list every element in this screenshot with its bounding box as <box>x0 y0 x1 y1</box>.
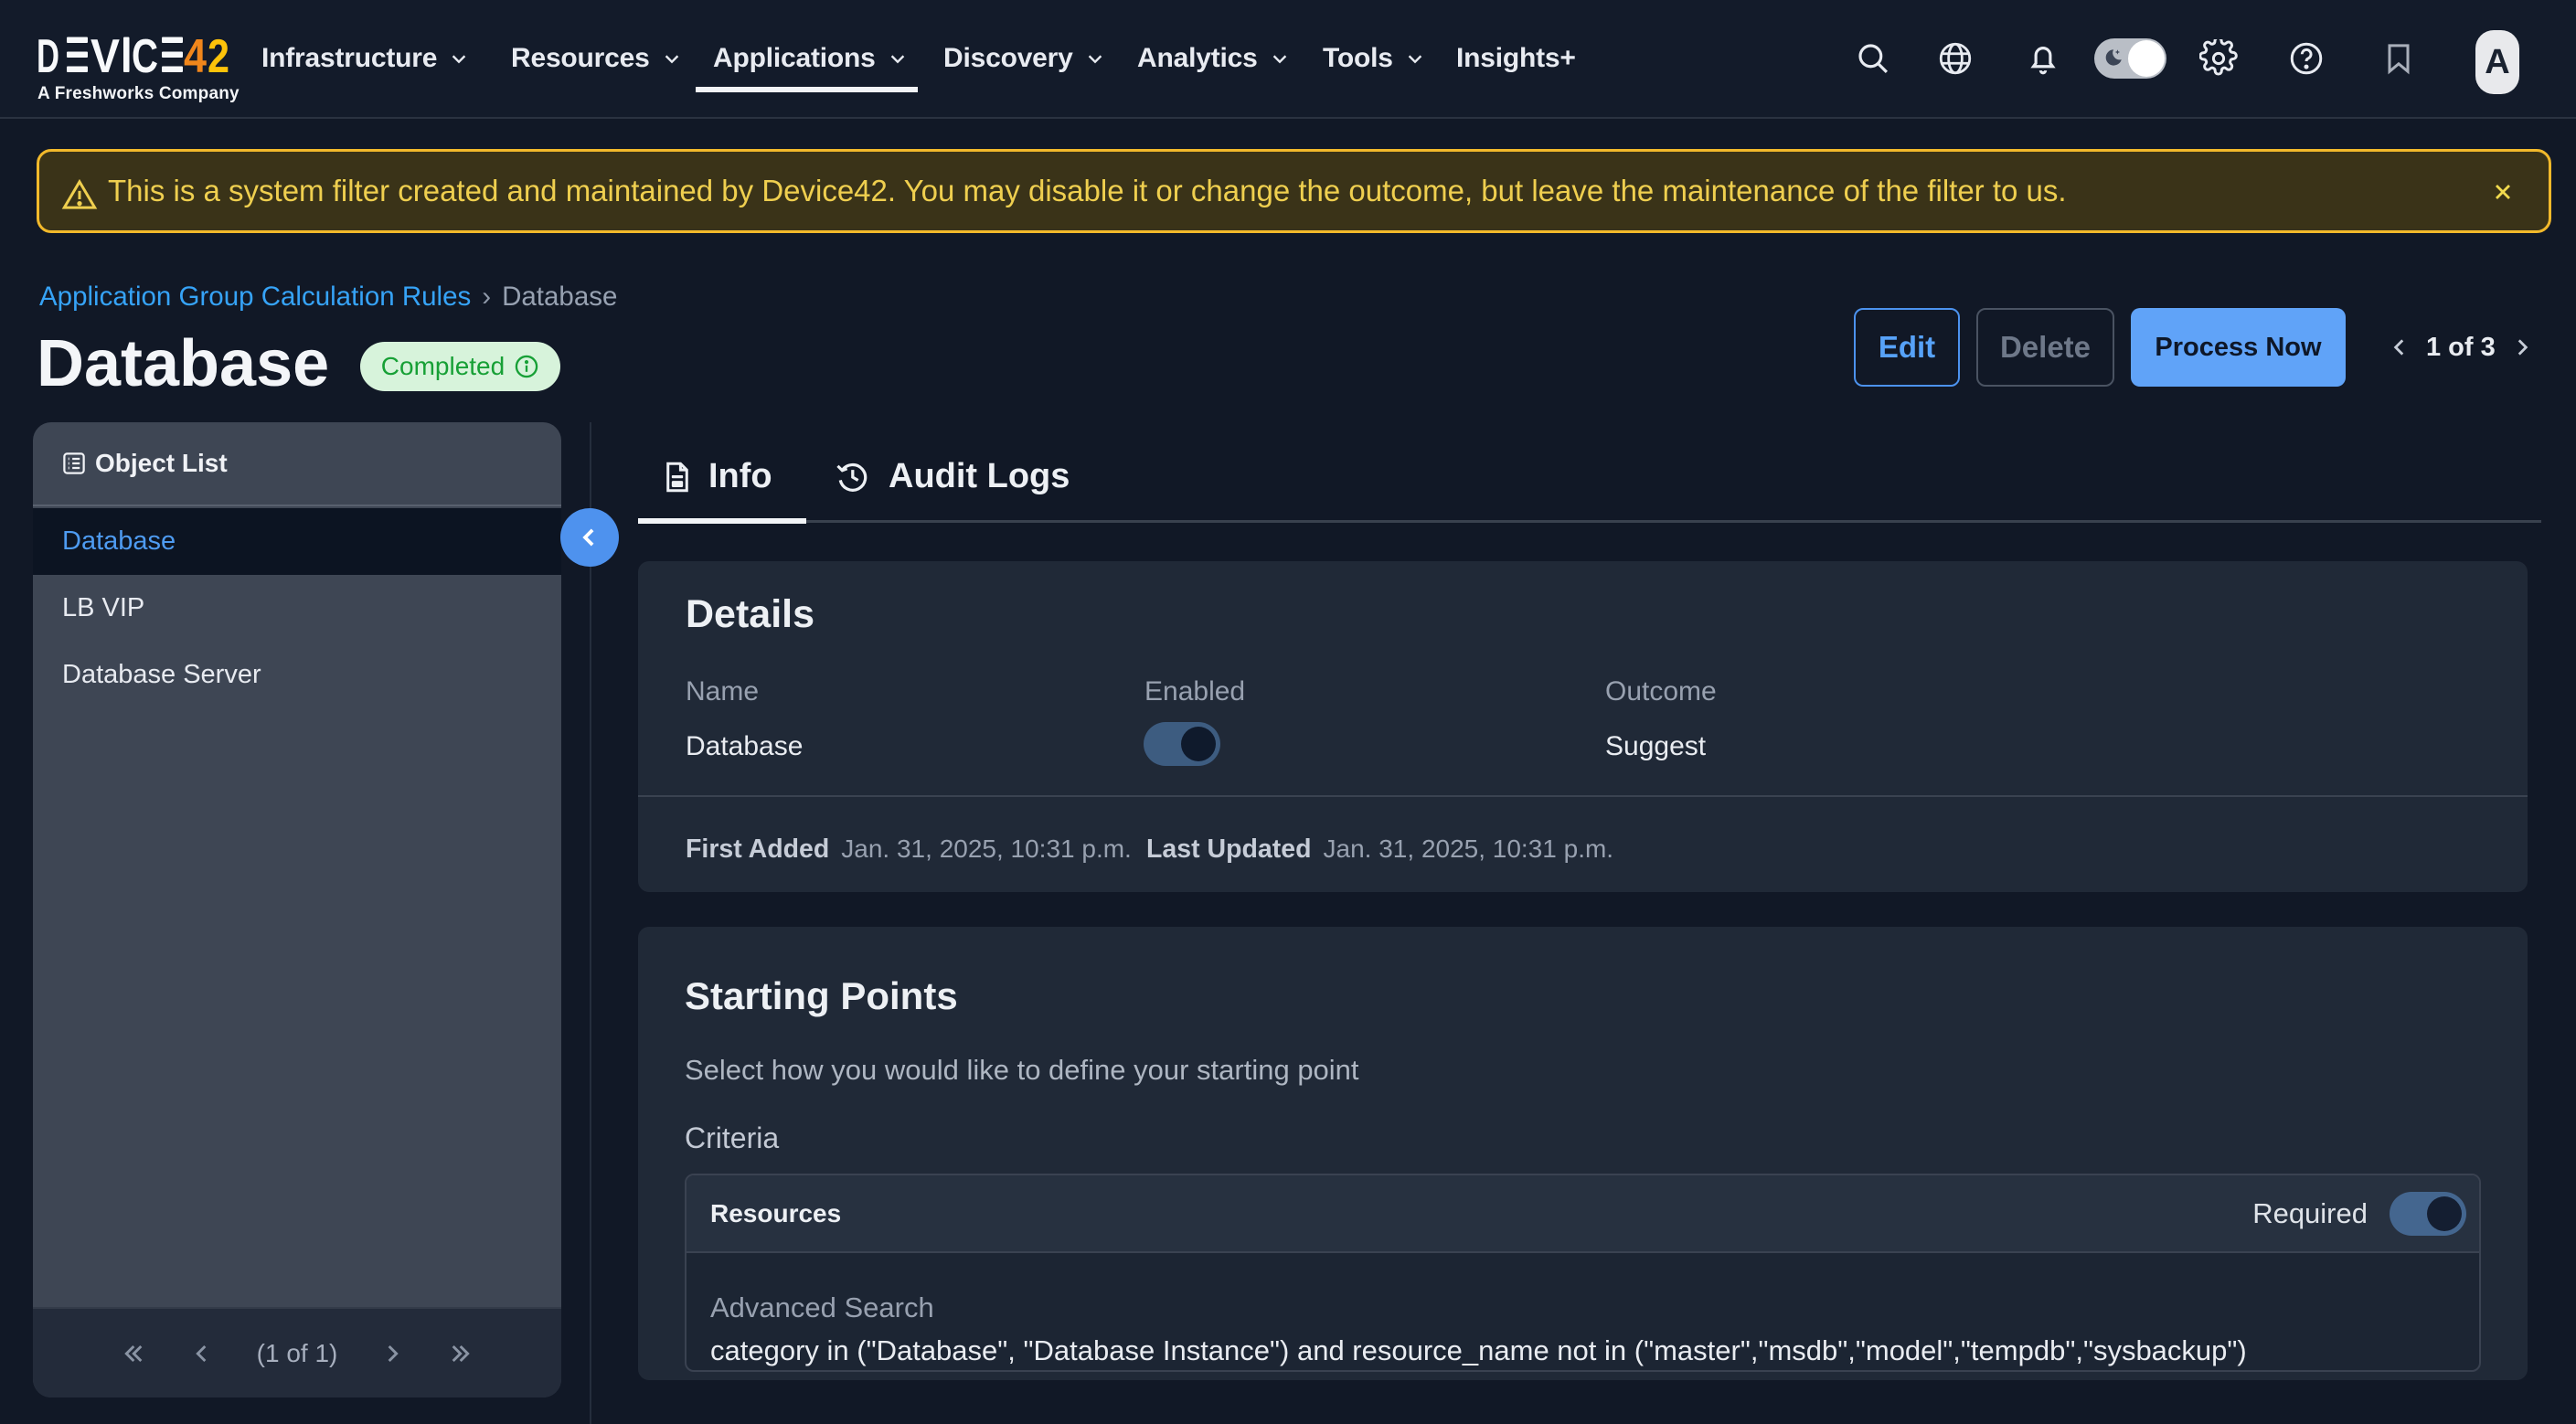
svg-text:C: C <box>132 37 158 74</box>
svg-text:D: D <box>37 37 59 74</box>
svg-text:V: V <box>90 37 120 74</box>
svg-text:4: 4 <box>184 37 207 74</box>
svg-text:2: 2 <box>208 37 229 74</box>
